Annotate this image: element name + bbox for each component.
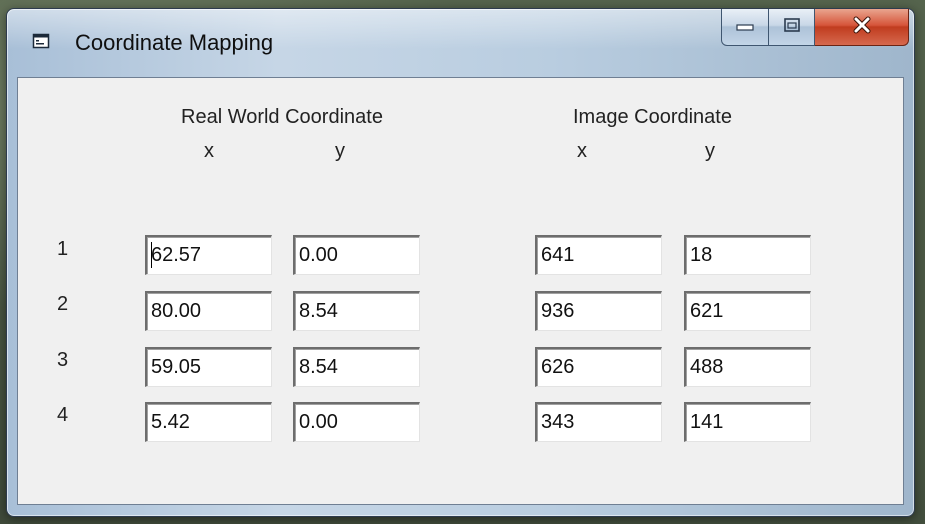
row-label-2: 2	[57, 293, 69, 315]
minimize-button[interactable]	[721, 9, 769, 46]
real-y-input-2[interactable]	[293, 291, 420, 331]
text-caret	[151, 242, 152, 268]
title-bar[interactable]: Coordinate Mapping	[7, 9, 914, 77]
image-x-input-4[interactable]	[535, 402, 662, 442]
window-controls	[721, 9, 909, 47]
row-label-3: 3	[57, 349, 69, 371]
real-y-input-4[interactable]	[293, 402, 420, 442]
real-world-coordinate-heading: Real World Coordinate	[181, 106, 383, 128]
close-icon	[850, 15, 874, 40]
image-y-column-label: y	[705, 140, 715, 162]
real-y-input-1[interactable]	[293, 235, 420, 275]
image-x-input-1[interactable]	[535, 235, 662, 275]
row-label-1: 1	[57, 238, 69, 260]
image-y-input-4[interactable]	[684, 402, 811, 442]
real-y-input-3[interactable]	[293, 347, 420, 387]
form-icon	[32, 32, 50, 50]
form-client-area: Real World Coordinate Image Coordinate x…	[17, 77, 904, 505]
real-x-input-2[interactable]	[145, 291, 272, 331]
minimize-icon	[735, 18, 755, 36]
close-button[interactable]	[815, 9, 909, 46]
image-coordinate-heading: Image Coordinate	[573, 106, 732, 128]
row-label-4: 4	[57, 404, 69, 426]
image-x-input-3[interactable]	[535, 347, 662, 387]
coordinate-mapping-window: Coordinate Mapping Real World Coordinate…	[6, 8, 915, 517]
image-x-column-label: x	[577, 140, 587, 162]
maximize-button[interactable]	[769, 9, 815, 46]
window-title: Coordinate Mapping	[75, 30, 274, 55]
real-x-input-1[interactable]	[145, 235, 272, 275]
real-y-column-label: y	[335, 140, 345, 162]
image-x-input-2[interactable]	[535, 291, 662, 331]
maximize-icon	[782, 16, 802, 39]
real-x-input-3[interactable]	[145, 347, 272, 387]
real-x-input-4[interactable]	[145, 402, 272, 442]
real-x-column-label: x	[204, 140, 214, 162]
image-y-input-1[interactable]	[684, 235, 811, 275]
image-y-input-2[interactable]	[684, 291, 811, 331]
image-y-input-3[interactable]	[684, 347, 811, 387]
